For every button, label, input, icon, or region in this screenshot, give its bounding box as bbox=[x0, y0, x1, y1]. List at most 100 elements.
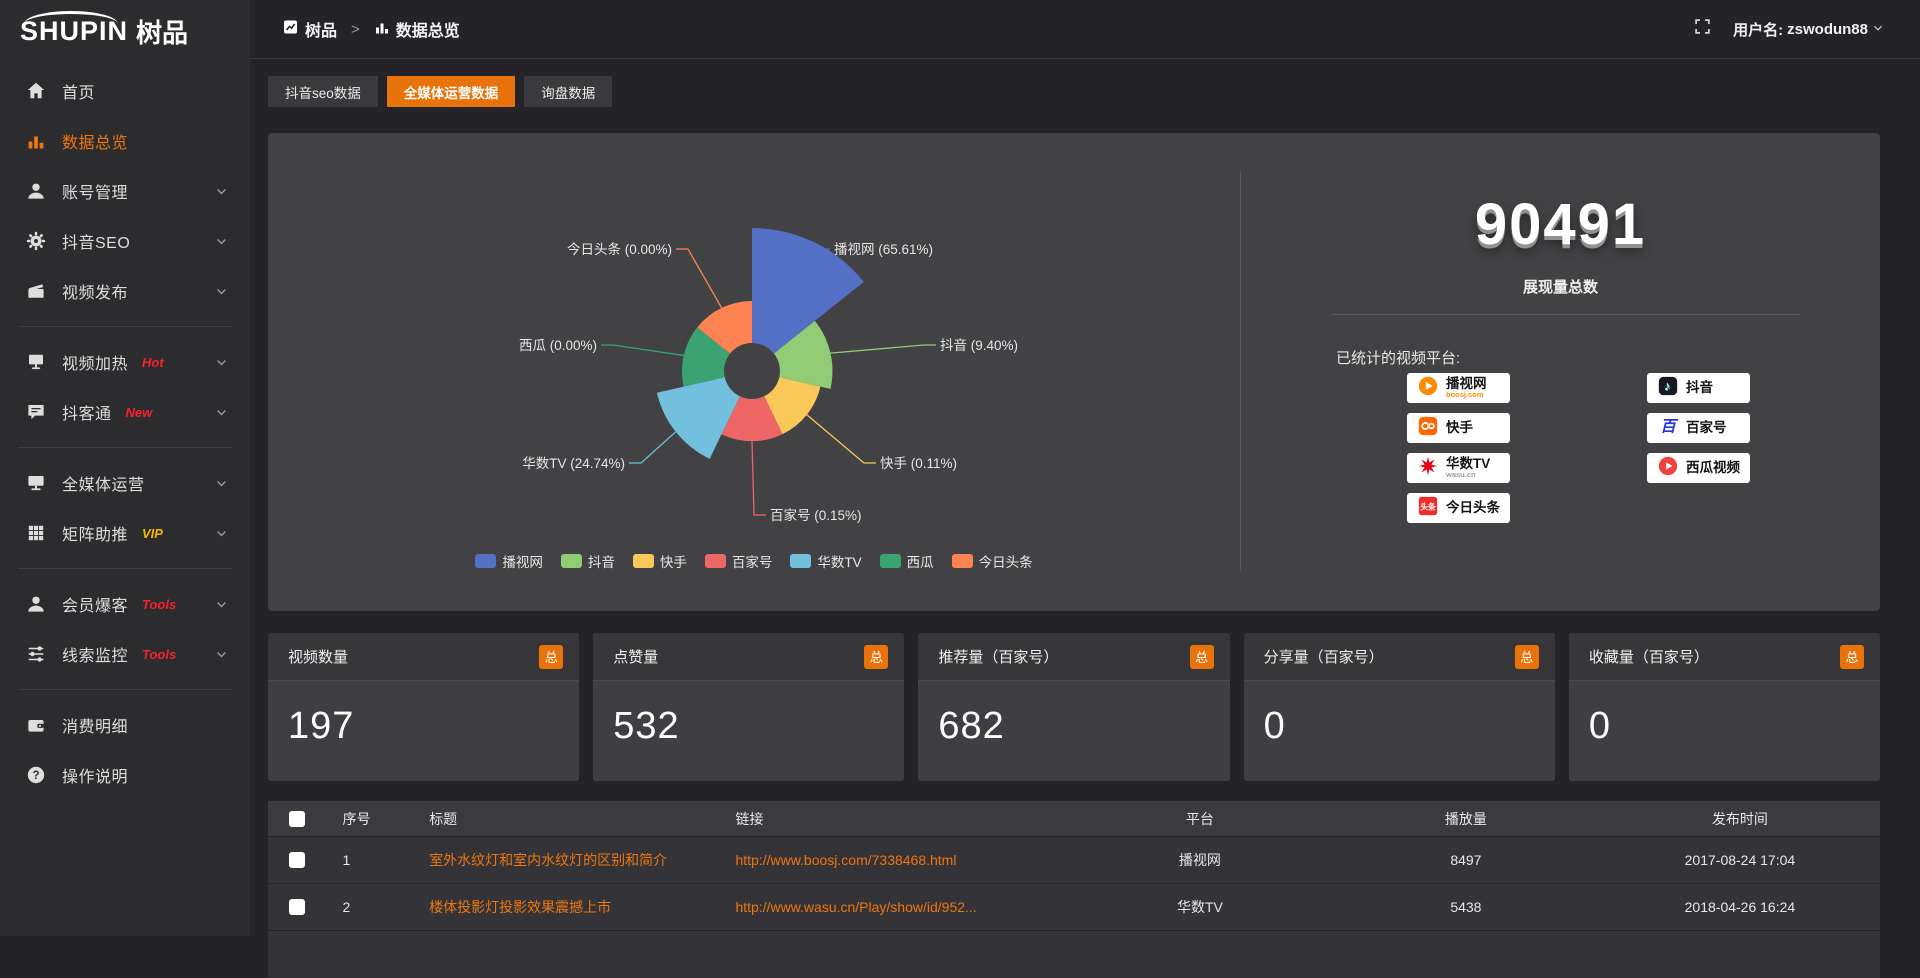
platform-badge-wasu[interactable]: 华数TVwasu.cn bbox=[1407, 453, 1510, 483]
pie-label-快手: 快手 (0.11%) bbox=[880, 456, 957, 471]
sidebar-item-label: 视频发布 bbox=[62, 279, 128, 303]
platform-badge-toutiao[interactable]: 头条今日头条 bbox=[1407, 493, 1510, 523]
pie-label-line bbox=[830, 345, 936, 353]
row-platform: 播视网 bbox=[1074, 850, 1332, 870]
stat-card-title: 推荐量（百家号） bbox=[938, 646, 1058, 667]
legend-label: 播视网 bbox=[502, 551, 543, 571]
stat-card-title: 收藏量（百家号） bbox=[1589, 646, 1709, 667]
main-content: 抖音seo数据全媒体运营数据询盘数据 播视网 (65.61%)抖音 (9.40%… bbox=[250, 60, 1920, 936]
select-all-checkbox[interactable] bbox=[289, 811, 305, 827]
stat-card-2: 推荐量（百家号） 总 682 bbox=[918, 633, 1229, 781]
video-title-link[interactable]: 室外水纹灯和室内水纹灯的区别和简介 bbox=[429, 850, 735, 870]
sidebar-item-wallet[interactable]: 消费明细 bbox=[0, 700, 250, 750]
total-badge[interactable]: 总 bbox=[864, 645, 888, 669]
sidebar-item-member[interactable]: 会员爆客Tools bbox=[0, 579, 250, 629]
sidebar-item-label: 消费明细 bbox=[62, 713, 128, 737]
sidebar-item-heat[interactable]: 视频加热Hot bbox=[0, 337, 250, 387]
stat-card-header: 收藏量（百家号） 总 bbox=[1569, 633, 1880, 681]
sidebar-item-badge: Tools bbox=[142, 597, 176, 612]
col-header-title: 标题 bbox=[429, 809, 735, 829]
legend-item-快手[interactable]: 快手 bbox=[633, 551, 687, 571]
sidebar-item-help[interactable]: ?操作说明 bbox=[0, 750, 250, 800]
legend-item-播视网[interactable]: 播视网 bbox=[475, 551, 543, 571]
stat-card-0: 视频数量总197 bbox=[268, 633, 579, 781]
platform-badge-baijia[interactable]: 百百家号 bbox=[1647, 413, 1750, 443]
sidebar-divider bbox=[18, 447, 232, 448]
select-all-cell bbox=[268, 811, 332, 827]
sidebar-item-label: 数据总览 bbox=[62, 129, 128, 153]
legend-item-今日头条[interactable]: 今日头条 bbox=[952, 551, 1033, 571]
table-row: 1室外水纹灯和室内水纹灯的区别和简介http://www.boosj.com/7… bbox=[268, 837, 1880, 884]
svg-text:♪: ♪ bbox=[1664, 378, 1670, 393]
sidebar-item-bar-chart[interactable]: 数据总览 bbox=[0, 116, 250, 166]
video-url-link[interactable]: http://www.wasu.cn/Play/show/id/952... bbox=[735, 899, 1074, 915]
summary-panel: 90491 展现量总数 已统计的视频平台: 播视网boosj.com快手华数TV… bbox=[1241, 133, 1880, 611]
total-badge[interactable]: 总 bbox=[1190, 645, 1214, 669]
rose-pie-chart[interactable]: 播视网 (65.61%)抖音 (9.40%)快手 (0.11%)百家号 (0.1… bbox=[268, 133, 1240, 548]
legend-item-西瓜[interactable]: 西瓜 bbox=[880, 551, 934, 571]
col-header-link: 链接 bbox=[735, 809, 1074, 829]
pie-label-西瓜: 西瓜 (0.00%) bbox=[519, 338, 597, 353]
legend-item-抖音[interactable]: 抖音 bbox=[561, 551, 615, 571]
fullscreen-icon[interactable] bbox=[1694, 18, 1711, 40]
breadcrumb-item-current[interactable]: 数据总览 bbox=[396, 17, 460, 41]
chevron-down-icon bbox=[215, 648, 228, 661]
breadcrumb-item-root[interactable]: 树品 bbox=[305, 17, 337, 41]
stat-card-header: 分享量（百家号）总 bbox=[1244, 633, 1555, 681]
pie-label-抖音: 抖音 (9.40%) bbox=[940, 337, 1018, 353]
platform-badge-douyin[interactable]: ♪♪抖音 bbox=[1647, 373, 1750, 403]
platform-badge-boosj[interactable]: 播视网boosj.com bbox=[1407, 373, 1510, 403]
trend-box-icon bbox=[283, 19, 299, 40]
pie-label-line bbox=[752, 441, 766, 515]
stat-card-value: 0 bbox=[1569, 681, 1880, 748]
legend-label: 百家号 bbox=[732, 551, 773, 571]
stat-card-1: 点赞量总532 bbox=[593, 633, 904, 781]
legend-item-华数TV[interactable]: 华数TV bbox=[790, 551, 861, 571]
row-checkbox[interactable] bbox=[289, 899, 305, 915]
tab-2[interactable]: 询盘数据 bbox=[524, 76, 612, 107]
sidebar-item-gear[interactable]: 抖音SEO bbox=[0, 216, 250, 266]
row-checkbox[interactable] bbox=[289, 852, 305, 868]
kuaishou-logo-icon bbox=[1417, 415, 1439, 442]
total-badge[interactable]: 总 bbox=[1515, 645, 1539, 669]
sidebar-item-video[interactable]: 视频发布 bbox=[0, 266, 250, 316]
pie-label-line bbox=[807, 415, 876, 463]
sliders-icon bbox=[26, 644, 46, 664]
platform-name: 西瓜视频 bbox=[1686, 461, 1740, 475]
video-title-link[interactable]: 楼体投影灯投影效果震撼上市 bbox=[429, 897, 735, 917]
sidebar-divider bbox=[18, 326, 232, 327]
pie-slice-华数TV[interactable] bbox=[657, 377, 740, 459]
sidebar-item-chat[interactable]: 抖客通New bbox=[0, 387, 250, 437]
row-index: 2 bbox=[332, 899, 429, 915]
toutiao-logo-icon: 头条 bbox=[1417, 495, 1439, 522]
video-url-link[interactable]: http://www.boosj.com/7338468.html bbox=[735, 852, 1074, 868]
col-header-platform: 平台 bbox=[1074, 809, 1332, 829]
overview-panel: 播视网 (65.61%)抖音 (9.40%)快手 (0.11%)百家号 (0.1… bbox=[268, 133, 1880, 611]
sidebar-item-sliders[interactable]: 线索监控Tools bbox=[0, 629, 250, 679]
row-views: 8497 bbox=[1332, 852, 1606, 868]
platform-badge-kuaishou[interactable]: 快手 bbox=[1407, 413, 1510, 443]
total-badge[interactable]: 总 bbox=[1840, 645, 1864, 669]
bar-chart-icon bbox=[26, 131, 46, 151]
sidebar-item-user[interactable]: 账号管理 bbox=[0, 166, 250, 216]
sidebar-item-home[interactable]: 首页 bbox=[0, 66, 250, 116]
stat-card-value: 682 bbox=[918, 681, 1229, 748]
sidebar-item-grid[interactable]: 矩阵助推VIP bbox=[0, 508, 250, 558]
stat-card-header: 推荐量（百家号） 总 bbox=[918, 633, 1229, 681]
grid-icon bbox=[26, 523, 46, 543]
tab-0[interactable]: 抖音seo数据 bbox=[268, 76, 378, 107]
sidebar-item-badge: Hot bbox=[142, 355, 164, 370]
user-menu[interactable]: 用户名: zswodun88 bbox=[1733, 19, 1884, 40]
table-row: 2楼体投影灯投影效果震撼上市http://www.wasu.cn/Play/sh… bbox=[268, 884, 1880, 931]
pie-label-line bbox=[629, 432, 676, 463]
tab-1[interactable]: 全媒体运营数据 bbox=[387, 76, 516, 107]
chevron-down-icon bbox=[215, 285, 228, 298]
sidebar-item-monitor[interactable]: 全媒体运营 bbox=[0, 458, 250, 508]
platform-badge-xigua[interactable]: 西瓜视频 bbox=[1647, 453, 1750, 483]
chevron-down-icon bbox=[215, 477, 228, 490]
chevron-down-icon bbox=[215, 185, 228, 198]
stat-card-header: 视频数量总 bbox=[268, 633, 579, 681]
sidebar-divider bbox=[18, 568, 232, 569]
total-badge[interactable]: 总 bbox=[539, 645, 563, 669]
legend-item-百家号[interactable]: 百家号 bbox=[705, 551, 773, 571]
